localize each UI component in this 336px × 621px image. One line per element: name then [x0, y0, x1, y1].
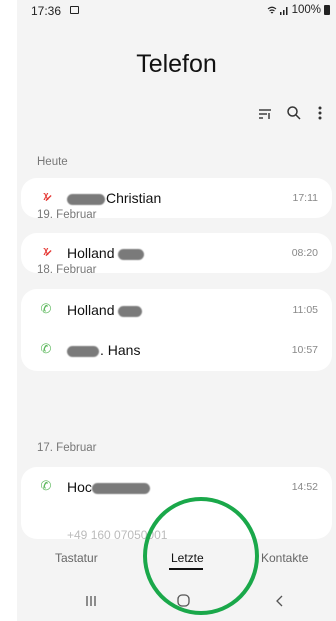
status-bar: 17:36 100% [17, 0, 336, 22]
section-header: 18. Februar [37, 264, 97, 276]
status-right: 100% [267, 4, 330, 16]
status-time: 17:36 [31, 4, 62, 18]
section-header: 19. Februar [37, 209, 97, 221]
call-name: Christian [67, 190, 161, 206]
incoming-call-icon: ✆ [40, 478, 52, 493]
more-icon[interactable] [309, 104, 331, 128]
call-row[interactable]: ✆ . Hans 10:57 [21, 330, 332, 370]
page-title: Telefon [136, 50, 217, 78]
call-name: Hoc [67, 479, 151, 495]
missed-call-icon: ᵡ̷ [43, 189, 49, 204]
incoming-call-icon: ✆ [40, 301, 52, 316]
call-time: 10:57 [291, 344, 318, 356]
redacted-blur [91, 482, 150, 494]
toolbar [216, 104, 336, 128]
call-name: . Hans [67, 342, 140, 358]
call-row[interactable]: ✆ Holland 11:05 [21, 290, 332, 330]
call-time: 14:52 [291, 481, 318, 493]
section-header: Heute [37, 156, 68, 168]
tab-tastatur[interactable]: Tastatur [55, 551, 98, 565]
call-name: Holland [67, 245, 145, 261]
call-card: ✆ Holland 11:05 ✆ . Hans 10:57 [21, 289, 332, 371]
tab-kontakte[interactable]: Kontakte [261, 551, 308, 565]
redacted-blur [67, 345, 99, 357]
incoming-call-icon: ✆ [40, 341, 52, 356]
call-name: Holland [67, 302, 143, 318]
back-icon[interactable] [275, 594, 284, 612]
redacted-blur [67, 193, 105, 205]
battery-percent: 100% [291, 4, 321, 16]
wifi-icon [267, 6, 276, 13]
filter-icon[interactable] [254, 104, 276, 128]
redacted-blur [118, 305, 143, 317]
recents-icon[interactable] [85, 594, 97, 612]
call-time: 17:11 [292, 192, 319, 204]
image-icon [70, 6, 79, 14]
search-icon[interactable] [282, 104, 304, 128]
call-time: 11:05 [292, 304, 319, 316]
redacted-blur [118, 248, 145, 260]
highlight-circle [143, 497, 259, 615]
battery-icon [324, 5, 330, 15]
call-time: 08:20 [291, 247, 318, 259]
phone-screen: 17:36 100% Telefon Heute ᵡ̷ Christian 17… [17, 0, 336, 621]
missed-call-icon: ᵡ̷ [43, 244, 49, 259]
section-header: 17. Februar [37, 442, 97, 454]
call-row[interactable]: ✆ Hoc 14:52 [21, 467, 332, 507]
signal-icon [279, 6, 288, 15]
